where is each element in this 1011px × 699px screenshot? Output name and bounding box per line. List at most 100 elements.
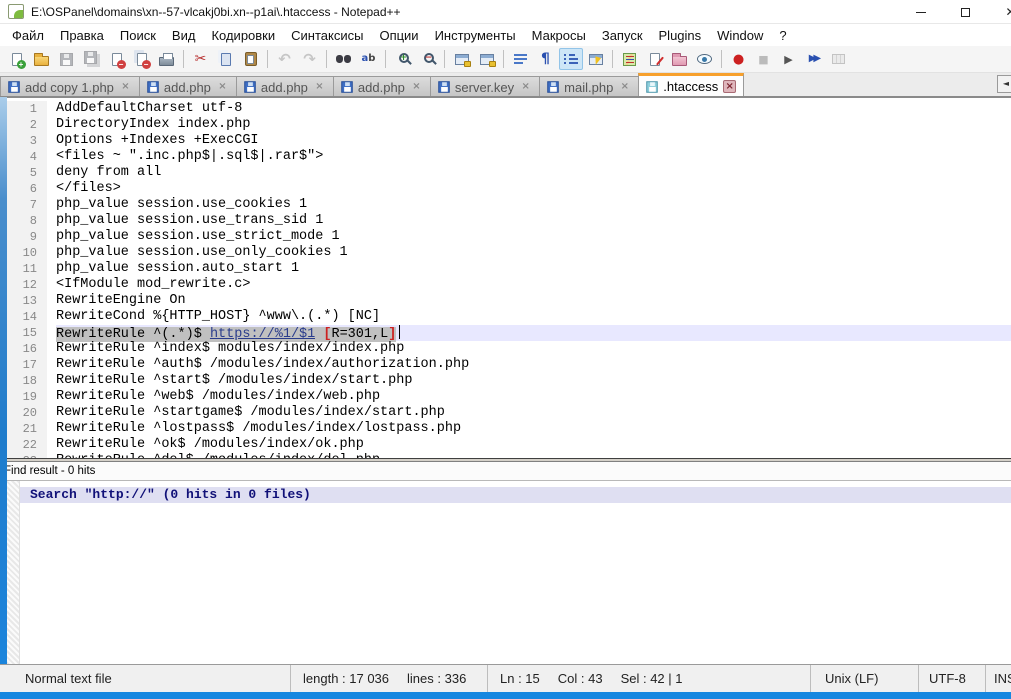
save-recorded-macro-icon[interactable] bbox=[827, 48, 851, 70]
tab-add-php[interactable]: add.php× bbox=[236, 76, 334, 97]
tab-add-copy-1-php[interactable]: add copy 1.php× bbox=[0, 76, 140, 97]
stop-recording-icon[interactable]: ■ bbox=[752, 48, 776, 70]
find-icon[interactable] bbox=[332, 48, 356, 70]
folder-as-workspace-icon[interactable] bbox=[668, 48, 692, 70]
menu-макросы[interactable]: Макросы bbox=[524, 26, 594, 45]
menu-запуск[interactable]: Запуск bbox=[594, 26, 651, 45]
tab-add-php[interactable]: add.php× bbox=[333, 76, 431, 97]
tab-close-icon[interactable]: × bbox=[313, 81, 326, 94]
run-macro-multiple-icon[interactable]: ▶▶ bbox=[802, 48, 826, 70]
tab-htaccess[interactable]: .htaccess× bbox=[638, 73, 744, 97]
tab-mail-php[interactable]: mail.php× bbox=[539, 76, 639, 97]
tab-scroll-left-button[interactable]: ◄ bbox=[997, 75, 1011, 93]
line-text: php_value session.auto_start 1 bbox=[56, 261, 1011, 277]
close-all-icon[interactable]: − bbox=[130, 48, 154, 70]
menu-?[interactable]: ? bbox=[771, 26, 794, 45]
code-line[interactable]: 15RewriteRule ^(.*)$ https://%1/$1 [R=30… bbox=[7, 325, 1011, 341]
line-text: RewriteRule ^index$ modules/index/index.… bbox=[56, 341, 1011, 357]
status-doc-size[interactable]: length : 17 036lines : 336 bbox=[290, 665, 487, 692]
line-number: 20 bbox=[7, 405, 47, 421]
code-line[interactable]: 5deny from all bbox=[7, 165, 1011, 181]
code-line[interactable]: 20RewriteRule ^startgame$ /modules/index… bbox=[7, 405, 1011, 421]
print-icon[interactable] bbox=[155, 48, 179, 70]
maximize-button[interactable] bbox=[943, 0, 988, 24]
menu-кодировки[interactable]: Кодировки bbox=[203, 26, 283, 45]
code-line[interactable]: 17RewriteRule ^auth$ /modules/index/auth… bbox=[7, 357, 1011, 373]
code-line[interactable]: 1AddDefaultCharset utf-8 bbox=[7, 101, 1011, 117]
file-icon bbox=[647, 81, 658, 92]
code-line[interactable]: 3Options +Indexes +ExecCGI bbox=[7, 133, 1011, 149]
sync-vertical-scroll-icon[interactable] bbox=[450, 48, 474, 70]
status-encoding[interactable]: UTF-8 bbox=[918, 665, 985, 692]
save-all-icon[interactable] bbox=[80, 48, 104, 70]
start-recording-icon[interactable]: ● bbox=[727, 48, 751, 70]
code-line[interactable]: 14RewriteCond %{HTTP_HOST} ^www\.(.*) [N… bbox=[7, 309, 1011, 325]
zoom-in-icon[interactable]: + bbox=[391, 48, 415, 70]
zoom-out-icon[interactable]: − bbox=[416, 48, 440, 70]
status-doc-type[interactable]: Normal text file bbox=[0, 665, 290, 692]
function-list-icon[interactable] bbox=[584, 48, 608, 70]
tab-close-icon[interactable]: × bbox=[618, 81, 631, 94]
show-all-characters-icon[interactable]: ¶ bbox=[534, 48, 558, 70]
menu-инструменты[interactable]: Инструменты bbox=[427, 26, 524, 45]
document-switcher-icon[interactable] bbox=[643, 48, 667, 70]
status-bar: Normal text filelength : 17 036lines : 3… bbox=[0, 664, 1011, 692]
close-button[interactable]: ✕ bbox=[988, 0, 1011, 24]
sync-horizontal-scroll-icon[interactable] bbox=[475, 48, 499, 70]
close-icon[interactable]: − bbox=[105, 48, 129, 70]
code-line[interactable]: 19RewriteRule ^web$ /modules/index/web.p… bbox=[7, 389, 1011, 405]
menu-window[interactable]: Window bbox=[709, 26, 771, 45]
tab-add-php[interactable]: add.php× bbox=[139, 76, 237, 97]
find-result-panel-header[interactable]: Find result - 0 hits bbox=[0, 462, 1011, 481]
status-eol-format[interactable]: Unix (LF) bbox=[810, 665, 918, 692]
paste-icon[interactable] bbox=[239, 48, 263, 70]
menu-поиск[interactable]: Поиск bbox=[112, 26, 164, 45]
code-line[interactable]: 2DirectoryIndex index.php bbox=[7, 117, 1011, 133]
code-line[interactable]: 12<IfModule mod_rewrite.c> bbox=[7, 277, 1011, 293]
document-map-icon[interactable] bbox=[618, 48, 642, 70]
undo-icon[interactable]: ↶ bbox=[273, 48, 297, 70]
code-line[interactable]: 7php_value session.use_cookies 1 bbox=[7, 197, 1011, 213]
find-result-line[interactable]: Search "http://" (0 hits in 0 files) bbox=[20, 487, 1011, 503]
code-editor[interactable]: 1AddDefaultCharset utf-82DirectoryIndex … bbox=[7, 98, 1011, 458]
new-file-icon[interactable]: + bbox=[5, 48, 29, 70]
minimize-button[interactable] bbox=[898, 0, 943, 24]
menu-файл[interactable]: Файл bbox=[4, 26, 52, 45]
open-file-icon[interactable] bbox=[30, 48, 54, 70]
code-line[interactable]: 10php_value session.use_only_cookies 1 bbox=[7, 245, 1011, 261]
tab-close-icon[interactable]: × bbox=[723, 80, 736, 93]
notepad-app-icon[interactable] bbox=[8, 4, 24, 19]
redo-icon[interactable]: ↷ bbox=[298, 48, 322, 70]
status-insert-mode[interactable]: INS bbox=[985, 665, 1011, 692]
menu-синтаксисы[interactable]: Синтаксисы bbox=[283, 26, 371, 45]
tab-close-icon[interactable]: × bbox=[216, 81, 229, 94]
code-line[interactable]: 22RewriteRule ^ok$ /modules/index/ok.php bbox=[7, 437, 1011, 453]
code-line[interactable]: 9php_value session.use_strict_mode 1 bbox=[7, 229, 1011, 245]
menu-опции[interactable]: Опции bbox=[371, 26, 426, 45]
code-line[interactable]: 13RewriteEngine On bbox=[7, 293, 1011, 309]
indent-guide-icon[interactable] bbox=[559, 48, 583, 70]
replace-icon[interactable]: ab bbox=[357, 48, 381, 70]
panel-grip[interactable] bbox=[7, 481, 20, 664]
code-line[interactable]: 18RewriteRule ^start$ /modules/index/sta… bbox=[7, 373, 1011, 389]
tab-close-icon[interactable]: × bbox=[519, 81, 532, 94]
code-line[interactable]: 11php_value session.auto_start 1 bbox=[7, 261, 1011, 277]
menu-вид[interactable]: Вид bbox=[164, 26, 204, 45]
menu-правка[interactable]: Правка bbox=[52, 26, 112, 45]
monitoring-icon[interactable] bbox=[693, 48, 717, 70]
playback-macro-icon[interactable]: ▶ bbox=[777, 48, 801, 70]
code-line[interactable]: 16RewriteRule ^index$ modules/index/inde… bbox=[7, 341, 1011, 357]
code-line[interactable]: 8php_value session.use_trans_sid 1 bbox=[7, 213, 1011, 229]
copy-icon[interactable] bbox=[214, 48, 238, 70]
status-cursor-pos[interactable]: Ln : 15Col : 43Sel : 42 | 1 bbox=[487, 665, 810, 692]
menu-plugins[interactable]: Plugins bbox=[651, 26, 710, 45]
code-line[interactable]: 21RewriteRule ^lostpass$ /modules/index/… bbox=[7, 421, 1011, 437]
tab-server-key[interactable]: server.key× bbox=[430, 76, 540, 97]
code-line[interactable]: 6</files> bbox=[7, 181, 1011, 197]
word-wrap-icon[interactable] bbox=[509, 48, 533, 70]
save-icon[interactable] bbox=[55, 48, 79, 70]
code-line[interactable]: 4<files ~ ".inc.php$|.sql$|.rar$"> bbox=[7, 149, 1011, 165]
cut-icon[interactable]: ✂ bbox=[189, 48, 213, 70]
tab-close-icon[interactable]: × bbox=[119, 81, 132, 94]
tab-close-icon[interactable]: × bbox=[410, 81, 423, 94]
